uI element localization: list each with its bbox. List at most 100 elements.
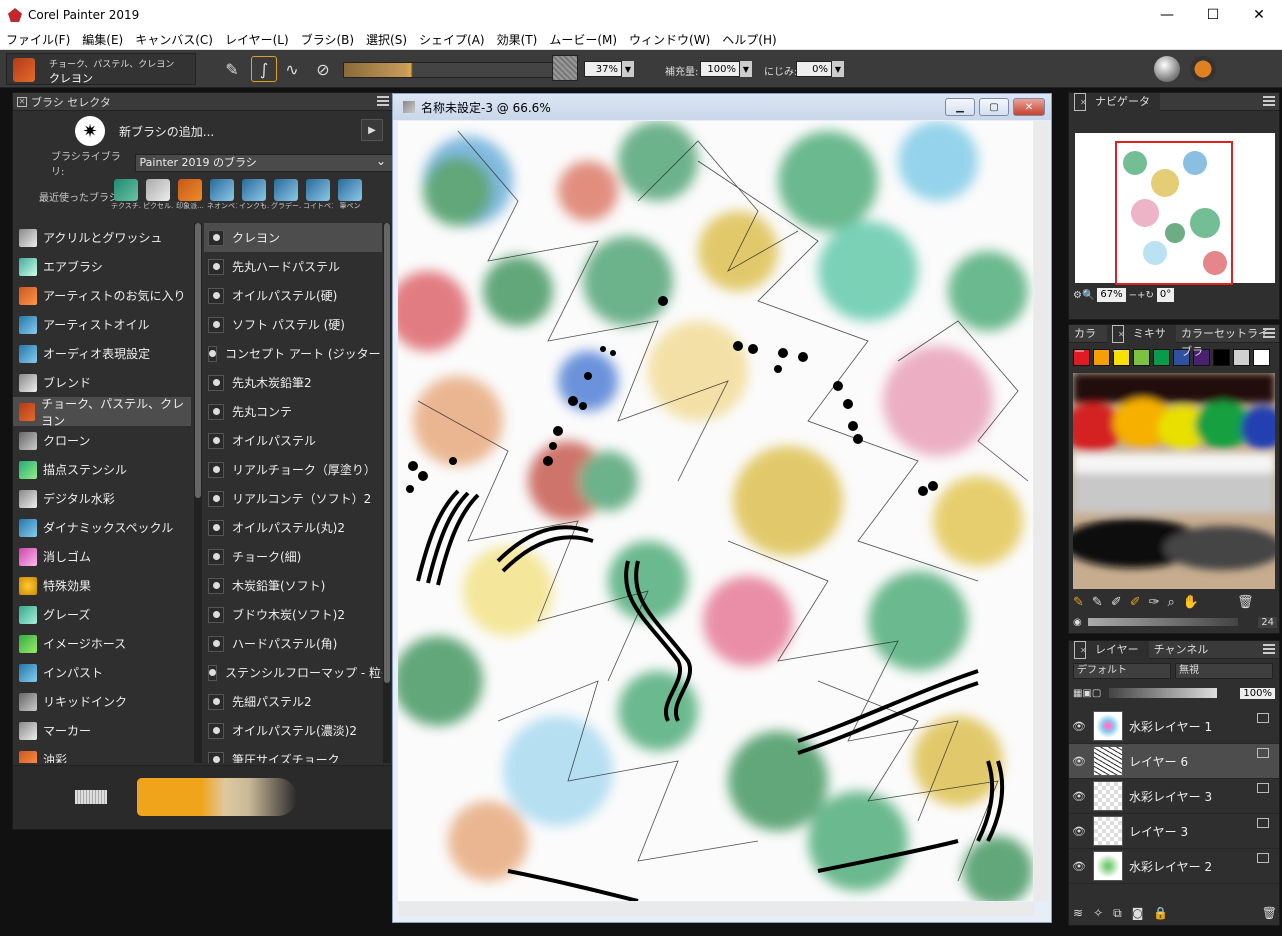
category-item[interactable]: ダイナミックスペックル xyxy=(13,513,191,542)
category-item[interactable]: アクリルとグワッシュ xyxy=(13,223,191,252)
dirty-brush-icon[interactable]: ✎ xyxy=(1073,595,1084,610)
canvas-horizontal-scrollbar[interactable] xyxy=(398,902,1034,916)
zoom-out-icon[interactable]: − xyxy=(1129,290,1137,301)
variant-item[interactable]: ソフト パステル (硬) xyxy=(204,310,382,339)
eye-icon[interactable]: 👁 xyxy=(1069,720,1089,733)
mask-icon[interactable]: ◙ xyxy=(1132,906,1144,920)
menu-canvas[interactable]: キャンバス(C) xyxy=(129,31,219,48)
sample-multiple-icon[interactable]: ✑ xyxy=(1149,595,1160,610)
apply-color-icon[interactable]: ✎ xyxy=(1092,595,1103,610)
close-button[interactable]: ✕ xyxy=(1236,0,1282,30)
new-brush-row[interactable]: ✷ 新ブラシの追加... ▶ xyxy=(13,111,393,151)
settings-icon[interactable]: ⚙ xyxy=(1073,290,1082,301)
sample-color-icon[interactable]: ✐ xyxy=(1130,595,1141,610)
paper-texture-swatch[interactable] xyxy=(552,55,578,81)
lock-icon[interactable]: 🔒 xyxy=(1153,906,1168,920)
swatch[interactable] xyxy=(1153,349,1170,366)
dab-profile-bar[interactable] xyxy=(343,62,553,78)
variant-item[interactable]: 先丸コンテ xyxy=(204,397,382,426)
swatch[interactable] xyxy=(1253,349,1270,366)
brush-size-slider[interactable] xyxy=(1087,618,1238,626)
swatch[interactable] xyxy=(1133,349,1150,366)
variant-item[interactable]: 先丸ハードパステル xyxy=(204,252,382,281)
category-item[interactable]: チョーク、パステル、クレヨン xyxy=(13,397,191,428)
category-item[interactable]: マーカー xyxy=(13,716,191,745)
recent-brush[interactable]: ネオンペン xyxy=(207,179,237,213)
bleed-dropdown-icon[interactable]: ▼ xyxy=(832,61,844,77)
painting-canvas[interactable] xyxy=(398,121,1033,901)
eye-icon[interactable]: 👁 xyxy=(1069,825,1089,838)
category-item[interactable]: デジタル水彩 xyxy=(13,484,191,513)
doc-close-button[interactable]: ✕ xyxy=(1013,98,1045,116)
variant-item[interactable]: 先丸木炭鉛筆2 xyxy=(204,368,382,397)
category-item[interactable]: 消しゴム xyxy=(13,542,191,571)
layer-row[interactable]: 👁 レイヤー 6 xyxy=(1069,744,1279,779)
tab-color[interactable]: カラー xyxy=(1069,325,1107,358)
variant-item[interactable]: コンセプト アート (ジッター スムーズ) xyxy=(204,339,382,368)
menu-edit[interactable]: 編集(E) xyxy=(76,31,129,48)
menu-window[interactable]: ウィンドウ(W) xyxy=(623,31,716,48)
resaturation-dropdown-icon[interactable]: ▼ xyxy=(740,61,752,77)
doc-maximize-button[interactable]: ▢ xyxy=(979,98,1009,116)
layer-row[interactable]: 👁 レイヤー 3 xyxy=(1069,814,1279,849)
variant-item[interactable]: リアルチョーク（厚塗り） xyxy=(204,455,382,484)
tab-mixer[interactable]: ✕ ミキサー xyxy=(1106,324,1177,358)
category-item[interactable]: エアブラシ xyxy=(13,252,191,281)
doc-minimize-button[interactable]: ▁ xyxy=(945,98,975,116)
brush-size-field[interactable]: 24 xyxy=(1258,616,1277,628)
menu-effects[interactable]: 効果(T) xyxy=(491,31,544,48)
minimize-button[interactable]: — xyxy=(1144,0,1190,30)
viewport-indicator[interactable] xyxy=(1115,141,1233,285)
menu-layers[interactable]: レイヤー(L) xyxy=(219,31,295,48)
panel-menu-icon[interactable] xyxy=(1263,96,1275,106)
canvas-vertical-scrollbar[interactable] xyxy=(1034,121,1048,901)
category-scrollbar[interactable] xyxy=(194,223,202,763)
category-item[interactable]: クローン xyxy=(13,426,191,455)
recent-brush[interactable]: テクスチ... xyxy=(111,179,141,213)
recent-brush[interactable]: グラデー... xyxy=(271,179,301,213)
category-item[interactable]: アーティストのお気に入り xyxy=(13,281,191,310)
menu-help[interactable]: ヘルプ(H) xyxy=(716,31,782,48)
main-color-icon[interactable] xyxy=(1190,56,1216,82)
variant-item[interactable]: 先細パステル2 xyxy=(204,687,382,716)
category-item[interactable]: インパスト xyxy=(13,658,191,687)
category-item[interactable]: 油彩 xyxy=(13,745,191,763)
variant-item[interactable]: オイルパステル(硬) xyxy=(204,281,382,310)
category-item[interactable]: リキッドインク xyxy=(13,687,191,716)
recent-brush[interactable]: 印象派... xyxy=(175,179,205,213)
close-panel-icon[interactable]: ✕ xyxy=(1074,92,1087,111)
dynamic-plugin-icon[interactable]: ✧ xyxy=(1093,906,1103,920)
swatch[interactable] xyxy=(1233,349,1250,366)
trash-icon[interactable]: 🗑 xyxy=(1237,595,1254,610)
zoom-field[interactable]: 67% xyxy=(1097,288,1126,302)
variant-item[interactable]: オイルパステル(丸)2 xyxy=(204,513,382,542)
category-item[interactable]: オーディオ表現設定 xyxy=(13,339,191,368)
trash-icon[interactable]: 🗑 xyxy=(1262,906,1277,920)
maximize-button[interactable]: ☐ xyxy=(1190,0,1236,30)
layer-row[interactable]: 👁 水彩レイヤー 1 xyxy=(1069,709,1279,744)
navigator-thumbnail[interactable] xyxy=(1075,133,1275,285)
close-panel-icon[interactable]: ✕ xyxy=(1074,640,1087,659)
eye-icon[interactable]: 👁 xyxy=(1069,860,1089,873)
zoom-icon[interactable]: ⌕ xyxy=(1168,595,1175,610)
swatch[interactable] xyxy=(1093,349,1110,366)
color-sphere-icon[interactable] xyxy=(1154,56,1180,82)
category-item[interactable]: 描点ステンシル xyxy=(13,455,191,484)
tab-navigator[interactable]: ✕ ナビゲータ xyxy=(1069,92,1160,111)
opacity-dropdown-icon[interactable]: ▼ xyxy=(622,61,634,77)
recent-brush[interactable]: コイトペン xyxy=(303,179,333,213)
bleed-field[interactable]: 0% xyxy=(796,61,832,77)
variant-item[interactable]: 木炭鉛筆(ソフト) xyxy=(204,571,382,600)
brush-selector-button[interactable]: チョーク、パステル、クレヨン クレヨン xyxy=(6,53,196,85)
category-item[interactable]: 特殊効果 xyxy=(13,571,191,600)
menu-select[interactable]: 選択(S) xyxy=(360,31,413,48)
stroke-straight-icon[interactable]: ∿ xyxy=(279,56,305,82)
opacity-field[interactable]: 37% xyxy=(584,61,622,77)
layer-row[interactable]: 👁 水彩レイヤー 3 xyxy=(1069,779,1279,814)
variant-item[interactable]: ハードパステル(角) xyxy=(204,629,382,658)
library-select[interactable]: Painter 2019 のブラシ xyxy=(134,153,393,172)
panel-menu-icon[interactable] xyxy=(1263,644,1275,654)
variant-item[interactable]: ブドウ木炭(ソフト)2 xyxy=(204,600,382,629)
variant-item[interactable]: 筆圧サイズチョーク xyxy=(204,745,382,763)
mix-color-icon[interactable]: ✐ xyxy=(1111,595,1122,610)
